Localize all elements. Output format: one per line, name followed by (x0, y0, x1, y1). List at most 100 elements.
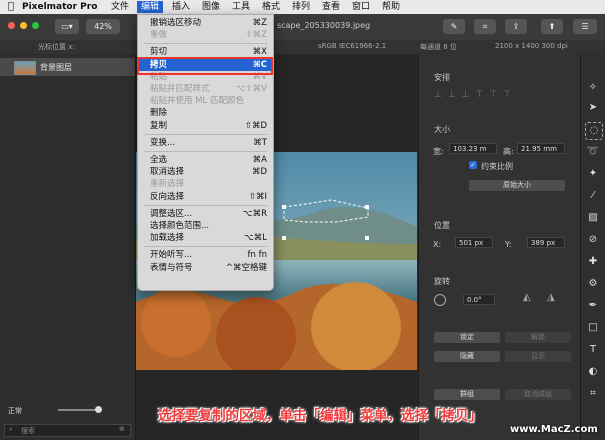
style-tool-icon[interactable]: ✧ (585, 80, 601, 96)
add-layer-icon[interactable]: ⊕ (119, 425, 125, 433)
menu-item-shortcut: ⌘T (253, 137, 267, 148)
x-field[interactable]: 501 px (455, 237, 493, 248)
menu-item[interactable]: 调整选区... ⌥⌘R (138, 208, 273, 220)
menu-item[interactable]: 反向选择 ⇧⌘I (138, 191, 273, 203)
menu-item-label: 选择颜色范围... (150, 221, 210, 231)
sidebar-toggle-icon[interactable]: ▭▾ (55, 19, 79, 34)
flip-horizontal-icon[interactable]: ◭ (523, 292, 531, 303)
image-dimensions: 2100 x 1400 300 dpi (495, 42, 568, 50)
menu-item[interactable]: 取消选择 ⌘D (138, 166, 273, 178)
menu-item-shortcut: ⌘Z (252, 18, 267, 28)
zoom-dropdown[interactable]: 42% (86, 19, 120, 34)
opacity-slider[interactable] (58, 409, 98, 411)
color-picker-icon[interactable]: ◐ (585, 364, 601, 380)
constrain-label: 约束比例 (481, 162, 513, 171)
arrange-tool-icon[interactable]: ➤ (585, 100, 601, 116)
layer-search-field[interactable]: ⌕ 搜索 ⊕ (4, 424, 131, 437)
lock-button[interactable]: 锁定 (434, 332, 500, 343)
menu-item-shortcut: ⌥⌘R (242, 208, 267, 219)
menu-view[interactable]: 查看 (322, 1, 340, 13)
menu-item-label: 粘贴并使用 ML 匹配颜色 (150, 96, 244, 107)
menu-item-label: 取消选择 (150, 167, 185, 178)
rotate-dial-icon[interactable] (434, 294, 446, 306)
apple-icon[interactable]:  (8, 1, 14, 13)
layer-name: 背景图层 (40, 63, 72, 72)
width-field[interactable]: 103.23 m (449, 143, 497, 154)
app-menu[interactable]: Pixelmator Pro (22, 1, 97, 13)
menu-edit[interactable]: 编辑 (137, 1, 164, 13)
brush-tool-icon[interactable]: ✎ (443, 19, 465, 34)
ungroup-button[interactable]: 取消成组 (505, 389, 571, 400)
info-bar: 光标位置 x: sRGB IEC61966-2.1 每通道 8 位 2100 x… (0, 40, 605, 54)
eraser-icon[interactable]: ⊘ (585, 232, 601, 248)
menu-item: 粘贴并匹配样式 ⌥⇧⌘V (138, 83, 273, 95)
width-label: 宽: (433, 147, 444, 156)
layer-thumbnail (14, 61, 36, 75)
blend-mode-select[interactable]: 正常 (8, 406, 22, 416)
menu-item[interactable]: 撤销选区移动 ⌘Z (138, 17, 273, 29)
unlock-button[interactable]: 解锁 (505, 332, 571, 343)
share-icon[interactable]: ⬆ (541, 19, 563, 34)
type-tool-icon[interactable]: T (585, 342, 601, 358)
retouch-icon[interactable]: ✚ (585, 254, 601, 270)
hide-button[interactable]: 隐藏 (434, 351, 500, 362)
height-field[interactable]: 21.95 mm (517, 143, 565, 154)
pen-tool-icon[interactable]: ✒ (585, 298, 601, 314)
tools-strip: ✧ ➤ ◌ ➰ ✦ ⁄ ▨ ⊘ ✚ ⚙ ✒ □ T ◐ ⌗ (580, 54, 605, 440)
menu-image[interactable]: 图像 (202, 1, 220, 13)
gradient-tool-icon[interactable]: ▨ (585, 210, 601, 226)
color-adjust-icon[interactable]: ⚙ (585, 276, 601, 292)
flip-vertical-icon[interactable]: ◮ (547, 292, 555, 303)
align-icons[interactable]: ⊥⊥⊥⊤⊤⊤ (434, 90, 517, 100)
menu-item[interactable]: 变换... ⌘T (138, 137, 273, 149)
shape-tool-icon[interactable]: □ (585, 320, 601, 336)
menu-item-label: 复制 (150, 120, 168, 131)
crop-tool-icon[interactable]: ⌗ (585, 386, 601, 402)
menu-item[interactable]: 选择颜色范围... (138, 220, 273, 232)
magic-wand-icon[interactable]: ✦ (585, 166, 601, 182)
tutorial-caption: 选择要复制的区域，单击「编辑」菜单，选择「拷贝」 (158, 408, 482, 424)
menu-separator (144, 151, 267, 152)
x-label: X: (433, 240, 442, 249)
menu-item-shortcut: ⌘D (251, 167, 267, 178)
export-icon[interactable]: ⇪ (505, 19, 527, 34)
close-window-button[interactable] (8, 22, 15, 29)
menu-file[interactable]: 文件 (111, 1, 129, 13)
adjustments-icon[interactable]: ☰ (573, 19, 597, 34)
layer-row[interactable]: 背景图层 (0, 58, 135, 76)
arrange-title: 安排 (434, 73, 450, 82)
show-button[interactable]: 显示 (505, 351, 571, 362)
copy-callout-box (137, 57, 273, 75)
menu-item-label: 全选 (150, 155, 168, 165)
menu-item-shortcut: ⇧⌘Z (245, 30, 267, 41)
menu-item-shortcut: ^⌘空格键 (225, 262, 267, 273)
lasso-tool-icon[interactable]: ➰ (585, 144, 601, 160)
menu-format[interactable]: 格式 (262, 1, 280, 13)
crop-icon[interactable]: ⌗ (474, 19, 496, 34)
zoom-window-button[interactable] (32, 22, 39, 29)
search-placeholder: 搜索 (21, 427, 35, 435)
color-space: sRGB IEC61966-2.1 (318, 42, 387, 50)
menu-item-label: 撤销选区移动 (150, 18, 202, 28)
selection-tool-icon[interactable]: ◌ (585, 122, 603, 140)
original-size-button[interactable]: 原始大小 (469, 180, 565, 191)
menu-item[interactable]: 表情与符号 ^⌘空格键 (138, 262, 273, 274)
constrain-checkbox[interactable]: ✓ (469, 161, 477, 169)
paint-brush-icon[interactable]: ⁄ (585, 188, 601, 204)
menu-item[interactable]: 全选 ⌘A (138, 154, 273, 166)
minimize-window-button[interactable] (20, 22, 27, 29)
menu-item[interactable]: 复制 ⇧⌘D (138, 120, 273, 132)
menu-arrange[interactable]: 排列 (292, 1, 310, 13)
menu-separator (144, 133, 267, 135)
menu-insert[interactable]: 插入 (172, 1, 190, 13)
group-button[interactable]: 群组 (434, 389, 500, 400)
y-field[interactable]: 389 px (527, 237, 565, 248)
menu-item[interactable]: 加载选择 ⌥⌘L (138, 232, 273, 244)
menu-item[interactable]: 开始听写... fn fn (138, 249, 273, 261)
menu-tools[interactable]: 工具 (232, 1, 250, 13)
menu-bar:  Pixelmator Pro 文件 编辑 插入 图像 工具 格式 排列 查看… (0, 0, 605, 14)
menu-item[interactable]: 删除 (138, 107, 273, 119)
menu-help[interactable]: 帮助 (382, 1, 400, 13)
rotate-field[interactable]: 0.0° (463, 294, 495, 305)
menu-window[interactable]: 窗口 (352, 1, 370, 13)
